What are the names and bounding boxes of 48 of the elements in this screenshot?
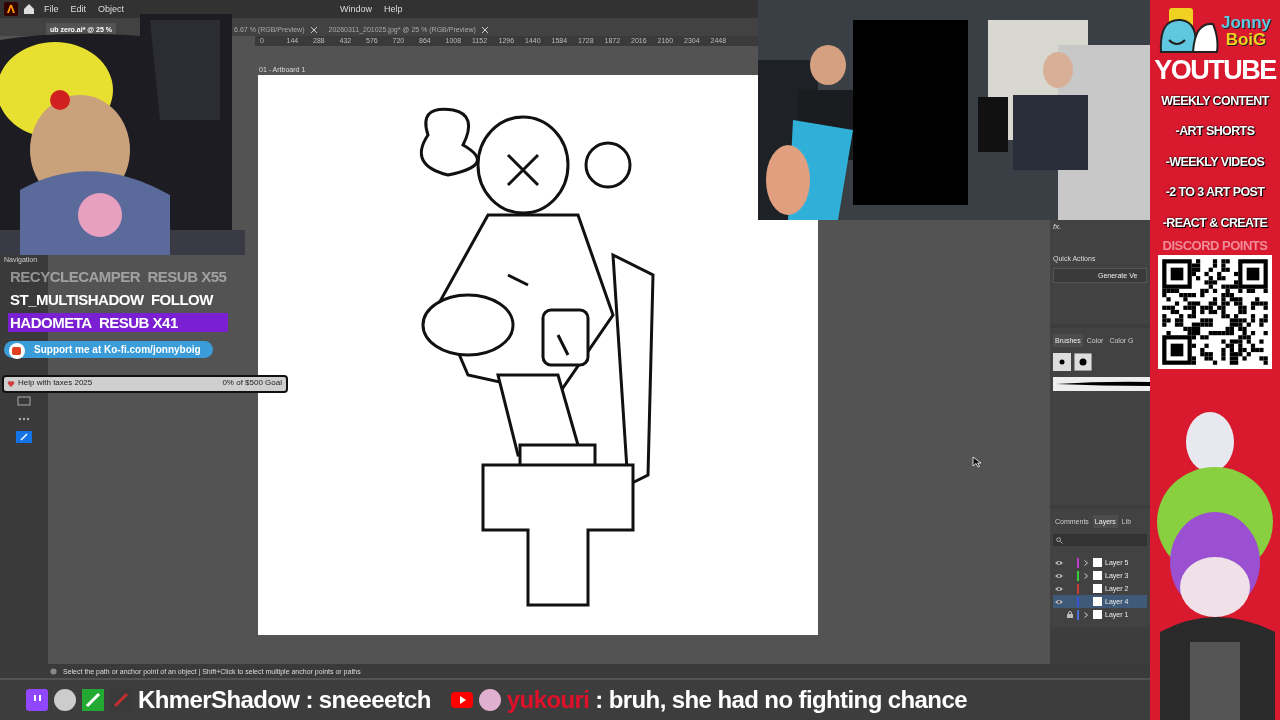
search-icon [1056, 536, 1063, 544]
eye-icon[interactable] [1055, 572, 1063, 579]
alert-text: RECYCLECAMPER RESUB X55 [9, 267, 228, 286]
chat-username: yukouri [506, 686, 590, 714]
goal-title: Help with taxes 2025 [18, 378, 93, 387]
goal-progress: 0% of $500 Goal [222, 378, 282, 387]
logo-text: Jonny [1220, 14, 1272, 31]
youtube-icon [450, 689, 473, 711]
banner-line: -REACT & CREATE [1162, 214, 1268, 232]
fx-label: fx. [1053, 222, 1063, 231]
chat-message: sneeeetch [318, 686, 431, 714]
logo-text: BoiG [1225, 31, 1267, 48]
eye-icon[interactable] [1055, 585, 1063, 592]
brush-swatch[interactable] [1074, 353, 1092, 371]
banner-title: YOUTUBE [1154, 56, 1276, 86]
chat-separator: : [305, 686, 313, 714]
sword-badge-icon [82, 689, 104, 711]
home-icon[interactable] [22, 2, 36, 16]
eye-icon[interactable] [1055, 598, 1063, 605]
banner-line: WEEKLY CONTENT [1161, 92, 1269, 110]
close-icon[interactable] [481, 26, 488, 33]
alert-text: ST_MULTISHADOW FOLLOW [9, 290, 215, 309]
menu-item[interactable]: Help [380, 4, 407, 14]
menu-item[interactable]: Edit [66, 4, 91, 14]
eye-icon[interactable] [1055, 559, 1063, 566]
menu-item[interactable]: Object [94, 4, 129, 14]
lock-icon[interactable] [1067, 611, 1073, 618]
close-icon[interactable] [310, 26, 317, 33]
search-field[interactable] [1053, 534, 1147, 546]
cursor-icon [972, 456, 982, 468]
faded-text: DISCORD POINTS [1162, 238, 1268, 254]
avatar-icon [54, 689, 76, 711]
chat-message: bruh, she had no fighting chance [608, 686, 967, 714]
pen-tool-icon[interactable] [16, 431, 32, 443]
avatar-icon [478, 689, 501, 711]
app-logo-icon [4, 2, 18, 16]
cup-icon [8, 343, 26, 359]
menu-item[interactable]: File [40, 4, 63, 14]
chat-separator: : [595, 686, 603, 714]
banner-line: -WEEKLY VIDEOS [1165, 153, 1265, 171]
menu-item[interactable]: Window [336, 4, 377, 14]
banner-line: -2 TO 3 ART POST [1165, 184, 1265, 202]
mascot-logo-icon [1158, 8, 1219, 54]
heart-icon [7, 380, 15, 388]
twitch-icon [26, 689, 48, 711]
chat-username: KhmerShadow [138, 686, 300, 714]
banner-line: -ART SHORTS [1175, 123, 1255, 141]
alert-text: HADOMETA RESUB X41 [8, 313, 229, 332]
